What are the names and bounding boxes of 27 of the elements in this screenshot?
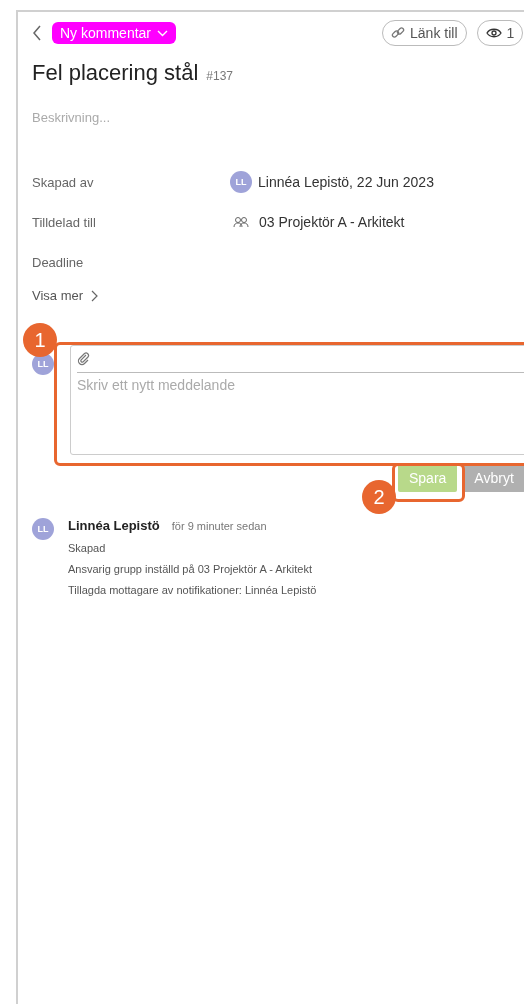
eye-icon	[485, 28, 502, 38]
step-marker: 2	[362, 480, 396, 514]
activity-entry: Tillagda mottagare av notifikationer: Linnéa Lepistö	[68, 584, 317, 596]
back-icon[interactable]	[32, 25, 42, 41]
avatar-initials: LL	[32, 518, 54, 540]
issue-title: Fel placering stål	[32, 60, 199, 86]
chevron-down-icon	[157, 29, 169, 37]
show-more-link[interactable]: Visa mer	[32, 288, 99, 303]
field-label: Deadline	[32, 254, 85, 270]
chevron-right-icon	[91, 289, 99, 302]
group-icon	[233, 216, 249, 228]
timestamp: för 9 minuter sedan	[171, 520, 267, 532]
field-value: 03 Projektör A - Arkitekt	[259, 214, 405, 230]
watchers-button[interactable]: 1	[476, 20, 524, 46]
avatar-initials: LL	[230, 171, 252, 193]
field-label: Skapad av	[32, 174, 95, 190]
field-label: Tilldelad till	[32, 214, 97, 230]
step-marker: 1	[23, 323, 57, 357]
activity-entry: Skapad	[68, 542, 107, 554]
comment-editor[interactable]: Skriv ett nytt meddelande	[70, 345, 524, 455]
link-icon	[391, 26, 406, 40]
issue-number: #137	[206, 69, 233, 83]
field-value: Linnéa Lepistö, 22 Jun 2023	[258, 174, 434, 190]
activity-entry: Ansvarig grupp inställd på 03 Projektör A - Arkitekt	[68, 563, 313, 575]
link-button[interactable]: Länk till	[382, 20, 467, 46]
author-name: Linnéa Lepistö	[68, 518, 160, 533]
paperclip-icon[interactable]	[77, 352, 91, 366]
